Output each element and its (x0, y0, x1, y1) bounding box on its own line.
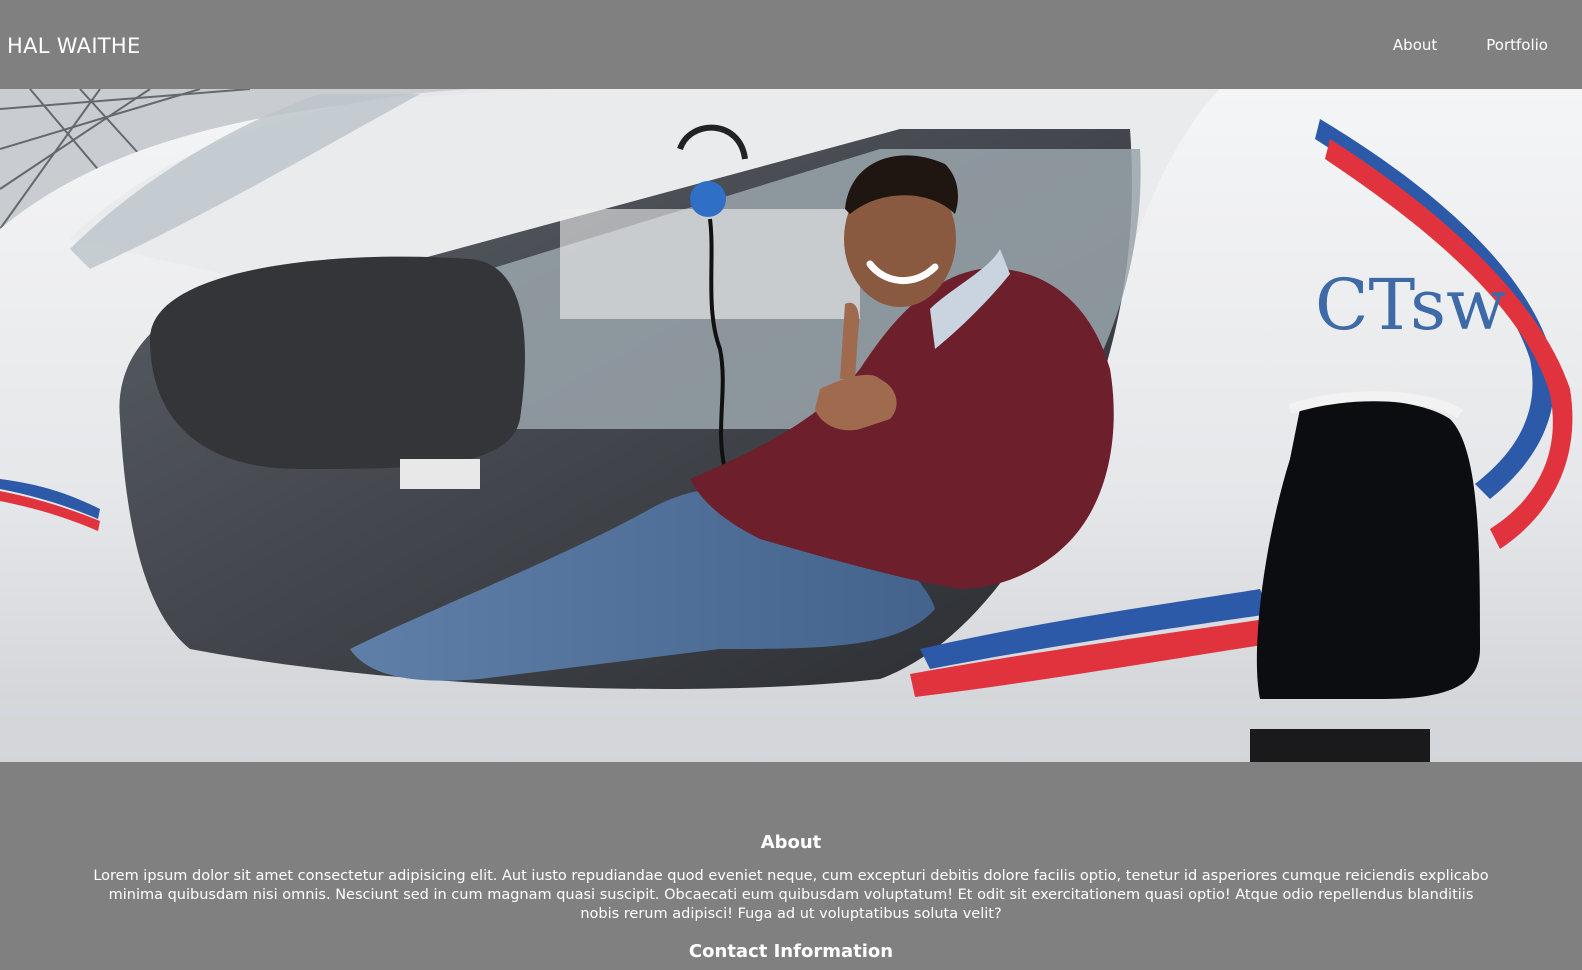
about-paragraph: Lorem ipsum dolor sit amet consectetur a… (93, 868, 1489, 922)
about-heading: About (760, 832, 822, 853)
contact-heading: Contact Information (688, 941, 894, 962)
hero-photo-illustration: CTsw (0, 89, 1582, 762)
nav-link-about[interactable]: About (1393, 36, 1437, 54)
site-header: HAL WAITHE About Portfolio (0, 0, 1582, 89)
fuselage-lettering: CTsw (1315, 264, 1506, 346)
about-section: About Lorem ipsum dolor sit amet consect… (0, 762, 1582, 970)
nav-link-portfolio[interactable]: Portfolio (1486, 36, 1548, 54)
main-nav: About Portfolio (1393, 36, 1548, 54)
hero-image: CTsw (0, 89, 1582, 762)
brand-logo-link[interactable]: HAL WAITHE (7, 34, 141, 58)
